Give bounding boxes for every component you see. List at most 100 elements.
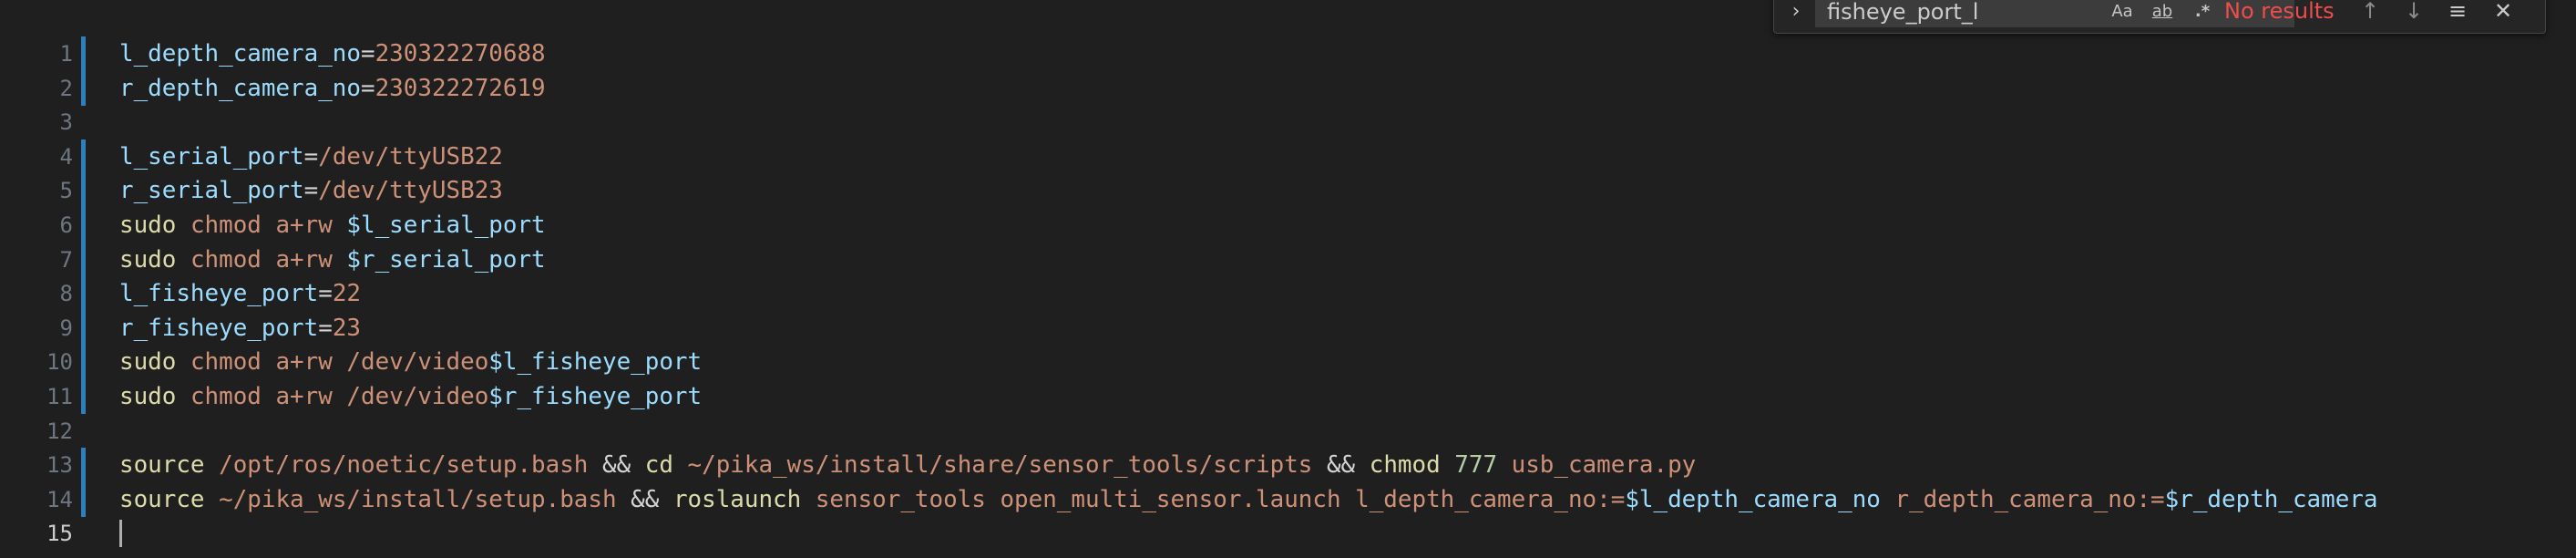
code-token: = [303,142,319,170]
line-text: l_fisheye_port=22 [119,276,361,311]
match-whole-word-toggle[interactable]: ab [2144,0,2181,25]
arrow-up-icon[interactable]: ↑ [2354,0,2386,26]
code-line[interactable]: 1 l_depth_camera_no=230322270688 [0,36,2576,71]
code-token: $l_serial_port [346,212,546,239]
line-text: source /opt/ros/noetic/setup.bash && cd … [119,448,1696,482]
code-token: /dev/ttyUSB23 [318,177,503,205]
arrow-down-icon[interactable]: ↓ [2397,0,2430,26]
code-token: $l_depth_camera_no [1625,485,1895,513]
modified-line-marker[interactable] [81,208,86,243]
line-text: source ~/pika_ws/install/setup.bash && r… [119,482,2377,517]
code-line[interactable]: 10 sudo chmod a+rw /dev/video$l_fisheye_p… [0,345,2576,380]
code-line[interactable]: 13 source /opt/ros/noetic/setup.bash && c… [0,448,2576,483]
modified-line-marker[interactable] [81,173,86,209]
find-status: No results [2224,0,2335,24]
code-line[interactable]: 2 r_depth_camera_no=230322272619 [0,70,2576,106]
code-token: sudo [119,383,190,410]
code-token: 22 [332,280,362,308]
line-number: 1 [59,41,73,67]
line-number: 7 [59,246,73,273]
line-number: 5 [59,178,73,204]
code-token: chmod [1369,451,1455,480]
code-token: $l_fisheye_port [488,348,703,377]
modified-line-marker[interactable] [81,36,86,71]
code-token: usb_camera.py [1511,451,1697,480]
code-line[interactable]: 7 sudo chmod a+rw $r_serial_port [0,242,2576,277]
code-token: r_depth_camera_no [119,74,361,102]
code-line[interactable]: 15 [0,516,2576,551]
code-token: sudo [119,212,190,239]
line-number: 10 [46,349,73,376]
line-text: r_depth_camera_no=230322272619 [119,71,546,106]
code-token: chmod [190,383,276,410]
code-token: source [119,451,220,480]
close-icon[interactable]: ✕ [2487,0,2520,26]
code-token: && [1326,451,1370,480]
modified-line-marker[interactable] [81,379,86,414]
line-number: 4 [59,143,73,170]
code-token: cd [644,451,688,480]
code-token: /dev/ttyUSB22 [318,142,503,170]
code-token: r_depth_camera_no:= [1894,485,2165,513]
code-token: $r_serial_port [346,245,546,274]
modified-line-marker[interactable] [81,310,86,346]
code-token: = [361,74,375,102]
modified-line-marker[interactable] [81,276,86,312]
modified-line-marker[interactable] [81,242,86,277]
code-token: = [361,40,375,67]
line-text: r_fisheye_port=23 [119,311,361,346]
code-token: roslaunch [672,485,816,513]
modified-line-marker[interactable] [81,70,86,106]
line-number: 14 [46,486,73,512]
code-token: source [119,485,220,513]
regex-toggle[interactable]: .* [2186,0,2219,25]
selection-icon[interactable]: ≡ [2441,0,2474,26]
code-token: l_serial_port [119,142,304,170]
code-token: chmod [190,212,276,239]
find-widget: › fisheye_port_l Aa ab .* No results ↑ ↓… [1773,0,2546,34]
line-text: l_depth_camera_no=230322270688 [119,36,546,71]
line-text: sudo chmod a+rw $r_serial_port [119,243,546,277]
code-token: ~/pika_ws/install/setup.bash [219,485,631,513]
find-input[interactable]: fisheye_port_l Aa ab .* [1815,0,2294,27]
line-text: sudo chmod a+rw $l_serial_port [119,208,546,243]
line-text: sudo chmod a+rw /dev/video$l_fisheye_por… [119,345,702,379]
code-line[interactable]: 5 r_serial_port=/dev/ttyUSB23 [0,173,2576,209]
code-token: chmod [190,245,276,274]
line-number: 3 [59,109,73,136]
code-token: = [303,177,319,205]
code-line[interactable]: 4 l_serial_port=/dev/ttyUSB22 [0,139,2576,174]
modified-line-marker[interactable] [81,448,86,483]
code-line[interactable]: 3 [0,105,2576,140]
line-number: 11 [46,384,73,409]
line-text: sudo chmod a+rw /dev/video$r_fisheye_por… [119,379,702,414]
modified-line-marker[interactable] [81,345,86,380]
code-line[interactable]: 14 source ~/pika_ws/install/setup.bash &&… [0,481,2576,517]
code-token: a+rw [275,245,347,274]
code-token: $r_depth_camera [2164,485,2378,513]
code-token: sudo [119,348,190,377]
chevron-right-icon[interactable]: › [1785,0,1807,26]
code-line[interactable]: 6 sudo chmod a+rw $l_serial_port [0,208,2576,243]
code-line[interactable]: 9 r_fisheye_port=23 [0,310,2576,346]
code-token: a+rw /dev/video [275,348,489,377]
code-token: sudo [119,245,190,274]
code-token: = [318,280,333,308]
code-token: chmod [190,348,276,377]
code-token: ~/pika_ws/install/share/sensor_tools/scr… [687,451,1327,480]
code-line[interactable]: 8 l_fisheye_port=22 [0,276,2576,312]
modified-line-marker[interactable] [81,481,86,517]
code-editor[interactable]: 1 l_depth_camera_no=230322270688 2 r_depth_… [0,0,2576,558]
line-number: 12 [46,418,73,444]
line-text: r_serial_port=/dev/ttyUSB23 [119,173,503,208]
match-case-toggle[interactable]: Aa [2106,0,2139,25]
code-token: 230322270688 [375,40,546,67]
code-line[interactable]: 12 [0,414,2576,449]
code-token: sensor_tools open_multi_sensor.launch l_… [815,485,1626,513]
line-number: 15 [46,521,73,547]
modified-line-marker[interactable] [81,139,86,174]
code-token: r_serial_port [119,177,304,205]
code-line[interactable]: 11 sudo chmod a+rw /dev/video$r_fisheye_p… [0,379,2576,414]
code-token: $r_fisheye_port [488,383,703,410]
code-token: /opt/ros/noetic/setup.bash [219,451,602,480]
